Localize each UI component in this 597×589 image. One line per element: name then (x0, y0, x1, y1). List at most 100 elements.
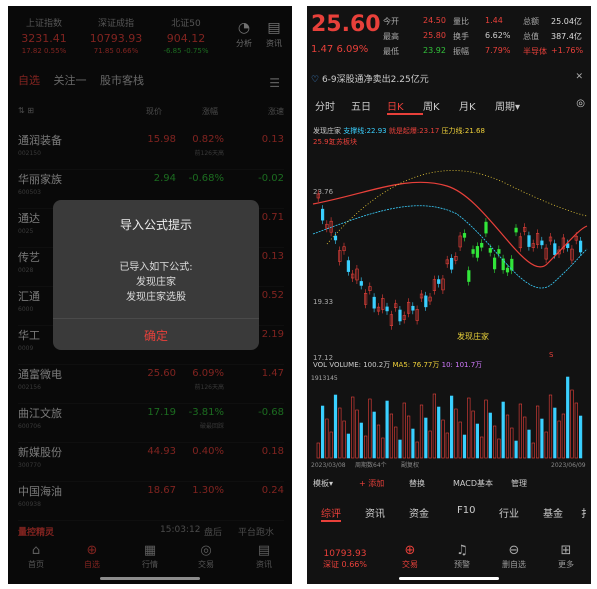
quote-cell: 25.04亿 (551, 17, 582, 26)
volume-bar (531, 442, 535, 459)
tab-monthly-k[interactable]: 月K (459, 98, 495, 113)
volume-chart[interactable]: 1913145 2023/03/08 周期数64个 副复权 2023/06/09 (307, 370, 591, 470)
volume-bar (484, 399, 488, 459)
candle (398, 309, 402, 322)
tab-news[interactable]: 资讯 (365, 505, 385, 520)
tab-review[interactable]: 综评 (321, 505, 341, 522)
volume-bar (428, 430, 432, 459)
change-pct: 6.09% (336, 44, 369, 55)
date-end: 2023/06/09 (551, 462, 586, 469)
nav-more[interactable]: ⊞ 更多 (541, 543, 591, 570)
template-button[interactable]: 模板▾ (313, 478, 333, 489)
notice-text: 6-9深股通净卖出2.25亿元 (321, 75, 429, 85)
quote-cell: 振幅 (453, 47, 469, 56)
candle (411, 305, 415, 311)
ma-line-yellow (326, 170, 588, 245)
volume-bar (359, 422, 363, 459)
macd-button[interactable]: MACD基本 (453, 478, 493, 489)
stock-detail-screen: 25.60 1.47 6.09% 今开 24.50 量比 1.44 总额 25.04亿 最高… (307, 6, 591, 584)
volume-legend[interactable]: VOL VOLUME: 100.2万 MA5: 76.77万 10: 101.7… (313, 360, 482, 370)
tab-funds[interactable]: 资金 (409, 505, 429, 520)
price-change: 1.47 6.09% (311, 44, 368, 55)
volume-bar (398, 439, 402, 459)
volume-bar (376, 424, 381, 459)
volume-bar (329, 431, 333, 459)
settings-icon[interactable]: ◎ (576, 98, 585, 109)
quote-cell: 25.80 (423, 31, 446, 40)
candle (372, 296, 376, 309)
vol-label: VOL (313, 361, 328, 369)
period-count: 周期数64个 (355, 461, 387, 469)
nav-label: 删自选 (502, 560, 526, 569)
nav-label: 交易 (402, 560, 418, 569)
y-tick: 23.76 (313, 188, 334, 196)
volume-bar (488, 412, 492, 459)
volume-bar (316, 442, 320, 459)
confirm-button[interactable]: 确定 (53, 318, 259, 344)
candle (540, 240, 544, 246)
volume-bar (561, 413, 566, 459)
volume-bar (437, 406, 441, 459)
volume-bar (553, 407, 557, 459)
tab-daily-k[interactable]: 日K (387, 98, 423, 115)
volume-bar (505, 414, 510, 459)
volume-bar (333, 394, 338, 459)
candle (553, 243, 557, 255)
volume-bar (523, 416, 527, 459)
volume-bar (351, 396, 355, 459)
candle (578, 240, 583, 253)
nav-label: 预警 (454, 560, 470, 569)
volume-bar (321, 405, 325, 459)
tab-f10[interactable]: F10 (457, 505, 475, 516)
vol-top-tick: 1913145 (311, 375, 338, 382)
change-value: 1.47 (311, 44, 334, 55)
quote-cell: 半导体 (523, 47, 547, 56)
nav-remove-favorite[interactable]: ⊖ 删自选 (489, 543, 539, 570)
nav-alert[interactable]: ♫ 预警 (437, 543, 487, 570)
minus-circle-icon: ⊖ (508, 543, 520, 558)
quote-cell: 7.79% (485, 46, 511, 55)
volume-bar (450, 395, 454, 459)
dialog-title: 导入公式提示 (119, 218, 192, 232)
volume-bar (355, 409, 359, 459)
close-icon[interactable]: ✕ (575, 72, 583, 82)
volume-bar (368, 398, 372, 459)
quote-cell: 24.50 (423, 16, 446, 25)
candle (484, 221, 488, 234)
quote-cell: +1.76% (551, 46, 584, 55)
candle (462, 233, 467, 238)
volume-bar (471, 410, 475, 459)
tab-period-menu[interactable]: 周期▾ (495, 98, 531, 113)
tab-5day[interactable]: 五日 (351, 98, 387, 113)
manage-button[interactable]: 管理 (511, 478, 527, 489)
notice-bar[interactable]: ♡ 6-9深股通净卖出2.25亿元 ✕ (311, 72, 585, 85)
vol-ma5: MA5: 76.77万 (392, 361, 440, 369)
volume-bar (411, 428, 415, 459)
tab-intraday[interactable]: 分时 (315, 98, 351, 113)
kline-chart[interactable]: 25.93 江苏板块 23.76 19.33 17.12 发现庄家 S (307, 134, 591, 364)
current-price: 25.60 (311, 12, 381, 37)
quote-cell: 6.62% (485, 31, 511, 40)
vol-ma10: 10: 101.7万 (441, 361, 483, 369)
volume-bar (570, 389, 574, 459)
tab-more[interactable]: 扌 (581, 505, 591, 520)
quote-cell: 1.44 (485, 16, 503, 25)
quote-cell: 23.92 (423, 46, 446, 55)
candle (424, 295, 428, 308)
index-ticker[interactable]: 10793.93 深证 0.66% (315, 549, 375, 570)
volume-bar (540, 418, 544, 459)
watchlist-screen: 上证指数 3231.41 17.82 0.55% 深证成指 10793.93 7… (8, 6, 292, 584)
bulb-icon: ♡ (311, 75, 320, 85)
add-button[interactable]: + 添加 (359, 478, 384, 489)
ticker-value: 10793.93 (323, 549, 367, 559)
candle (505, 267, 510, 273)
tab-fund[interactable]: 基金 (543, 505, 563, 520)
trade-icon: ⊕ (404, 543, 416, 558)
replace-button[interactable]: 替换 (409, 478, 425, 489)
tab-industry[interactable]: 行业 (499, 505, 519, 520)
board-label: 江苏板块 (329, 137, 357, 146)
nav-trade[interactable]: ⊕ 交易 (385, 543, 435, 570)
volume-bar (407, 415, 411, 459)
tab-weekly-k[interactable]: 周K (423, 98, 459, 113)
candle (527, 235, 531, 247)
